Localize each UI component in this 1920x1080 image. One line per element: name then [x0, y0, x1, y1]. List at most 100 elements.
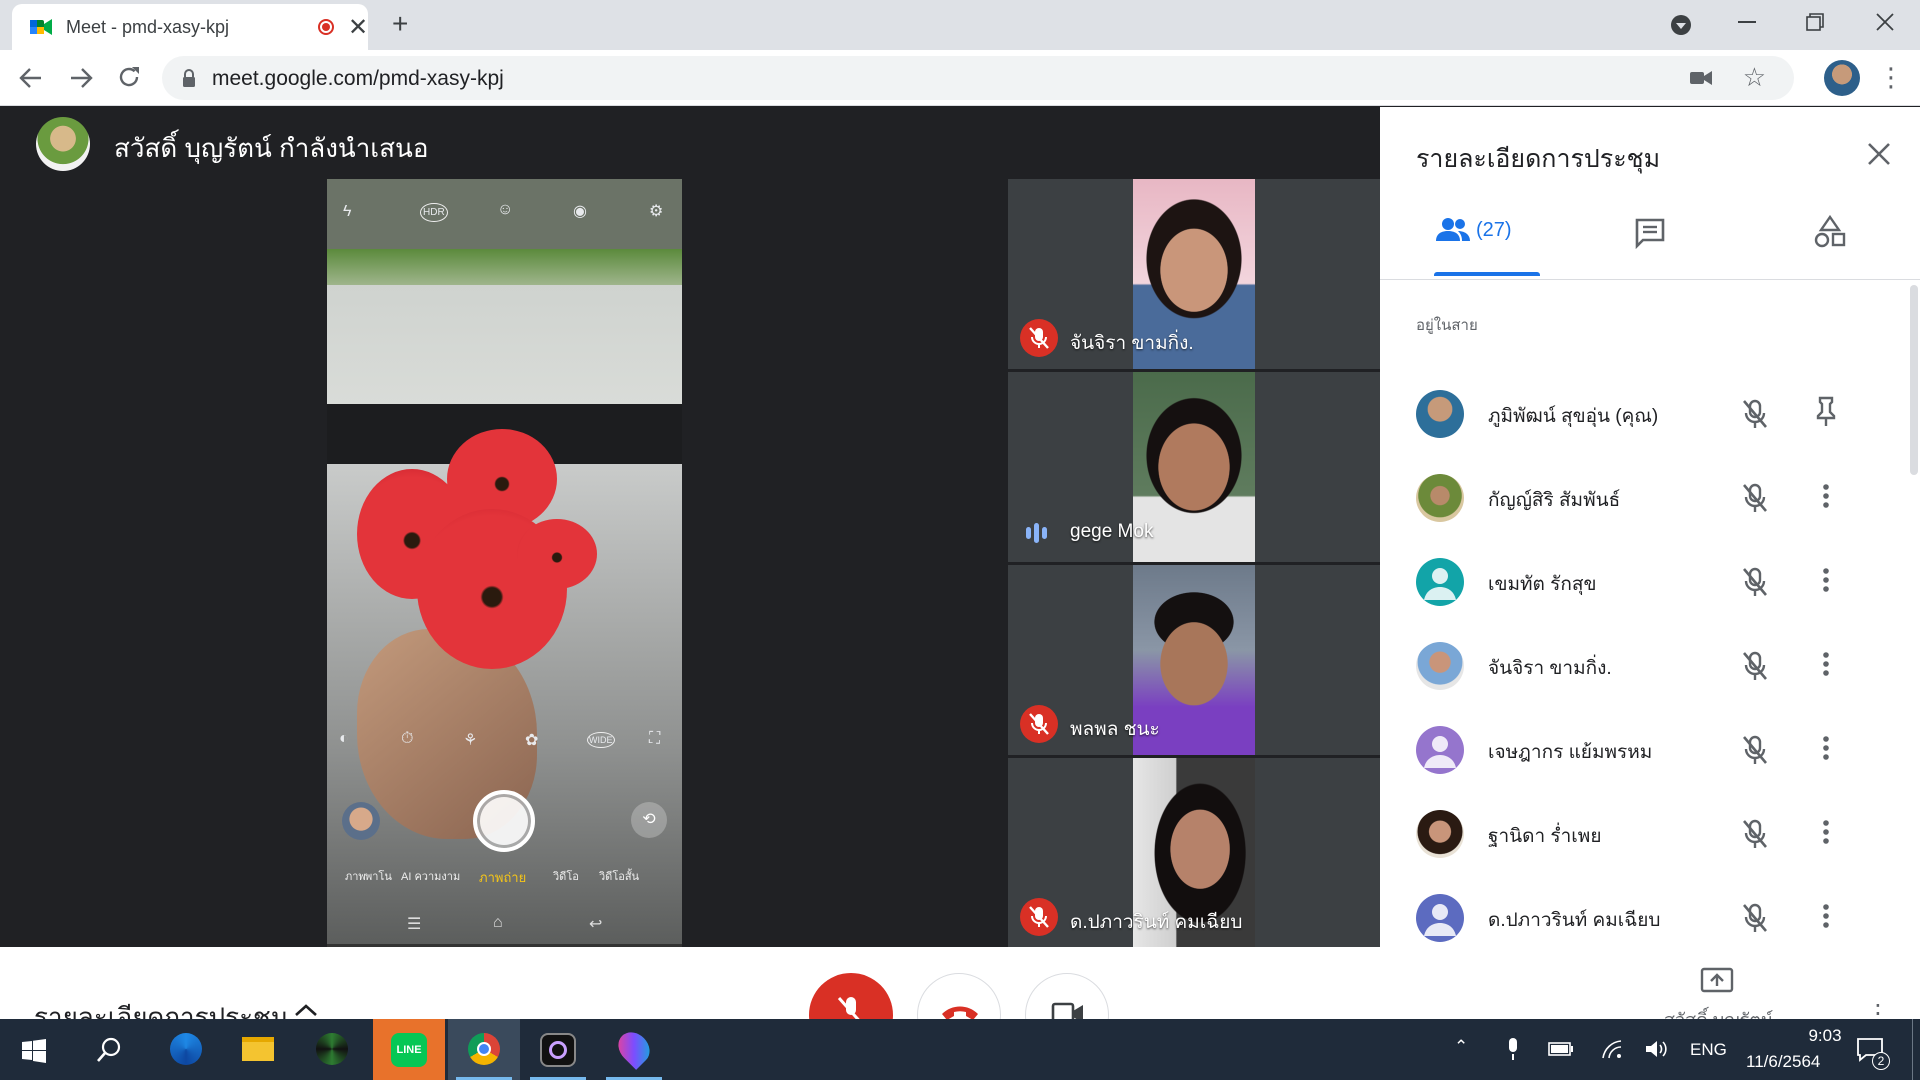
pin-icon[interactable]: [1814, 396, 1838, 433]
hang-up-icon: [942, 1006, 978, 1019]
screen-share-view[interactable]: ϟ HDR ☺ ◉ ⚙ ◐ ⏱ ⚘ ✿ WIDE ⛶ ⟲ ภาพ พาโน AI…: [327, 179, 682, 947]
participant-avatar: [1416, 894, 1464, 942]
flash-off-icon: ϟ: [343, 203, 352, 220]
participant-name: เขมทัต รักสุข: [1488, 574, 1597, 595]
microphone-toggle-button[interactable]: [809, 973, 893, 1019]
more-icon[interactable]: [1814, 900, 1838, 937]
mic-off-icon[interactable]: [1740, 902, 1770, 939]
address-bar[interactable]: meet.google.com/pmd-xasy-kpj ☆: [162, 56, 1794, 100]
tile-participant-name: พลพล ชนะ: [1070, 719, 1160, 740]
battery-icon[interactable]: [1548, 1041, 1574, 1057]
clock-date[interactable]: 11/6/2564: [1746, 1052, 1820, 1072]
search-icon[interactable]: [96, 1037, 122, 1063]
gallery-thumbnail: [342, 802, 380, 840]
panel-scrollbar[interactable]: [1910, 285, 1918, 475]
tab-people[interactable]: (27): [1434, 177, 1544, 257]
mic-off-icon[interactable]: [1740, 734, 1770, 771]
browser-tab[interactable]: Meet - pmd-xasy-kpj ✕: [12, 4, 368, 50]
tray-chevron-up-icon[interactable]: ⌃: [1454, 1037, 1468, 1057]
taskbar-line[interactable]: LINE: [373, 1019, 445, 1080]
switch-camera-icon: ⟲: [631, 802, 667, 838]
more-icon[interactable]: [1814, 480, 1838, 517]
participant-tile[interactable]: gege Mok: [1008, 372, 1380, 562]
camera-toggle-button[interactable]: [1025, 973, 1109, 1019]
new-tab-button[interactable]: +: [392, 6, 408, 42]
tab-close-button[interactable]: ✕: [348, 13, 368, 42]
taskbar-maps[interactable]: [598, 1019, 670, 1080]
participant-row[interactable]: ภูมิพัฒน์ สุขอุ่น (คุณ): [1380, 372, 1920, 456]
input-language[interactable]: ENG: [1690, 1040, 1727, 1060]
window-close-icon[interactable]: [1876, 13, 1894, 31]
chrome-menu-icon[interactable]: ⋮: [1878, 62, 1904, 93]
chat-icon[interactable]: [1634, 217, 1666, 249]
taskbar-edge[interactable]: [150, 1019, 222, 1080]
hdr-icon: HDR: [420, 203, 448, 222]
meeting-control-bar: รายละเอียดการประชุม สวัสดิ์ บุญรัตน์ ⋮: [0, 947, 1920, 1019]
bookmark-star-icon[interactable]: ☆: [1743, 62, 1766, 93]
wifi-icon[interactable]: [1600, 1039, 1624, 1059]
mic-off-icon[interactable]: [1740, 650, 1770, 687]
mic-off-icon[interactable]: [1740, 398, 1770, 435]
panel-close-icon[interactable]: [1866, 141, 1892, 167]
android-home-key-icon: ⌂: [493, 914, 503, 931]
windows-start-icon[interactable]: [22, 1039, 46, 1063]
mic-off-badge: [1020, 705, 1058, 743]
mic-off-icon[interactable]: [1740, 818, 1770, 855]
tab-search-dropdown-icon[interactable]: [1670, 14, 1692, 36]
restore-icon[interactable]: [1806, 13, 1824, 31]
participant-row[interactable]: จันจิรา ขามกิ่ง.: [1380, 624, 1920, 708]
more-icon[interactable]: [1814, 564, 1838, 601]
participant-name: กัญญ์สิริ สัมพันธ์: [1488, 490, 1621, 511]
panel-title: รายละเอียดการประชุม: [1416, 145, 1661, 173]
speaking-indicator-icon: [1026, 514, 1047, 552]
participant-row[interactable]: เจษฎากร แย้มพรหม: [1380, 708, 1920, 792]
show-desktop-button[interactable]: [1912, 1019, 1913, 1080]
timer-icon: ⏱: [401, 730, 414, 747]
camera-mode: วิดีโอสั้น: [599, 871, 640, 883]
more-icon[interactable]: [1814, 816, 1838, 853]
url-text[interactable]: meet.google.com/pmd-xasy-kpj: [212, 67, 504, 91]
participant-tile[interactable]: จันจิรา ขามกิ่ง.: [1008, 179, 1380, 369]
present-now-icon[interactable]: [1700, 967, 1734, 995]
camera-mode: พาโน: [365, 871, 392, 883]
leave-call-button[interactable]: [917, 973, 1001, 1019]
participant-row[interactable]: เขมทัต รักสุข: [1380, 540, 1920, 624]
in-call-section-label: อยู่ในสาย: [1416, 317, 1478, 334]
participant-avatar: [1416, 726, 1464, 774]
camera-in-use-icon[interactable]: [1690, 70, 1712, 86]
participant-tile[interactable]: ด.ปภาวรินท์ คมเฉียบ: [1008, 758, 1380, 948]
microphone-tray-icon[interactable]: [1506, 1037, 1520, 1061]
participant-avatar: [1416, 642, 1464, 690]
chrome-profile-avatar[interactable]: [1824, 60, 1860, 96]
chevron-up-icon[interactable]: [294, 1003, 318, 1017]
meeting-details-button[interactable]: รายละเอียดการประชุม: [34, 997, 288, 1019]
mic-off-icon[interactable]: [1740, 566, 1770, 603]
more-options-icon[interactable]: ⋮: [1866, 999, 1890, 1019]
mic-off-icon: [1029, 713, 1049, 735]
mic-off-icon[interactable]: [1740, 482, 1770, 519]
forward-arrow-icon[interactable]: [68, 66, 94, 90]
participant-tile[interactable]: พลพล ชนะ: [1008, 565, 1380, 755]
camera-mode: ภาพ: [345, 871, 366, 883]
minimize-icon[interactable]: [1738, 20, 1756, 24]
back-arrow-icon[interactable]: [18, 66, 44, 90]
more-icon[interactable]: [1814, 648, 1838, 685]
folder-icon: [242, 1037, 274, 1061]
taskbar-app[interactable]: [296, 1019, 368, 1080]
more-icon[interactable]: [1814, 732, 1838, 769]
participant-row[interactable]: ฐานิดา ร่ำเพย: [1380, 792, 1920, 876]
wide-icon: WIDE: [587, 732, 615, 748]
volume-icon[interactable]: [1644, 1039, 1670, 1059]
tile-participant-name: จันจิรา ขามกิ่ง.: [1070, 333, 1194, 354]
portrait-icon: ☺: [497, 201, 514, 218]
lock-icon[interactable]: [182, 69, 196, 87]
activities-icon[interactable]: [1814, 215, 1846, 249]
reload-icon[interactable]: [116, 64, 142, 90]
participant-row[interactable]: กัญญ์สิริ สัมพันธ์: [1380, 456, 1920, 540]
camera-mode: AI ความงาม: [401, 871, 461, 883]
android-menu-key-icon: ☰: [407, 916, 422, 933]
taskbar-chrome[interactable]: [448, 1019, 520, 1080]
taskbar-camera-app[interactable]: [522, 1019, 594, 1080]
mic-off-icon: [1029, 327, 1049, 349]
taskbar-file-explorer[interactable]: [222, 1019, 294, 1080]
